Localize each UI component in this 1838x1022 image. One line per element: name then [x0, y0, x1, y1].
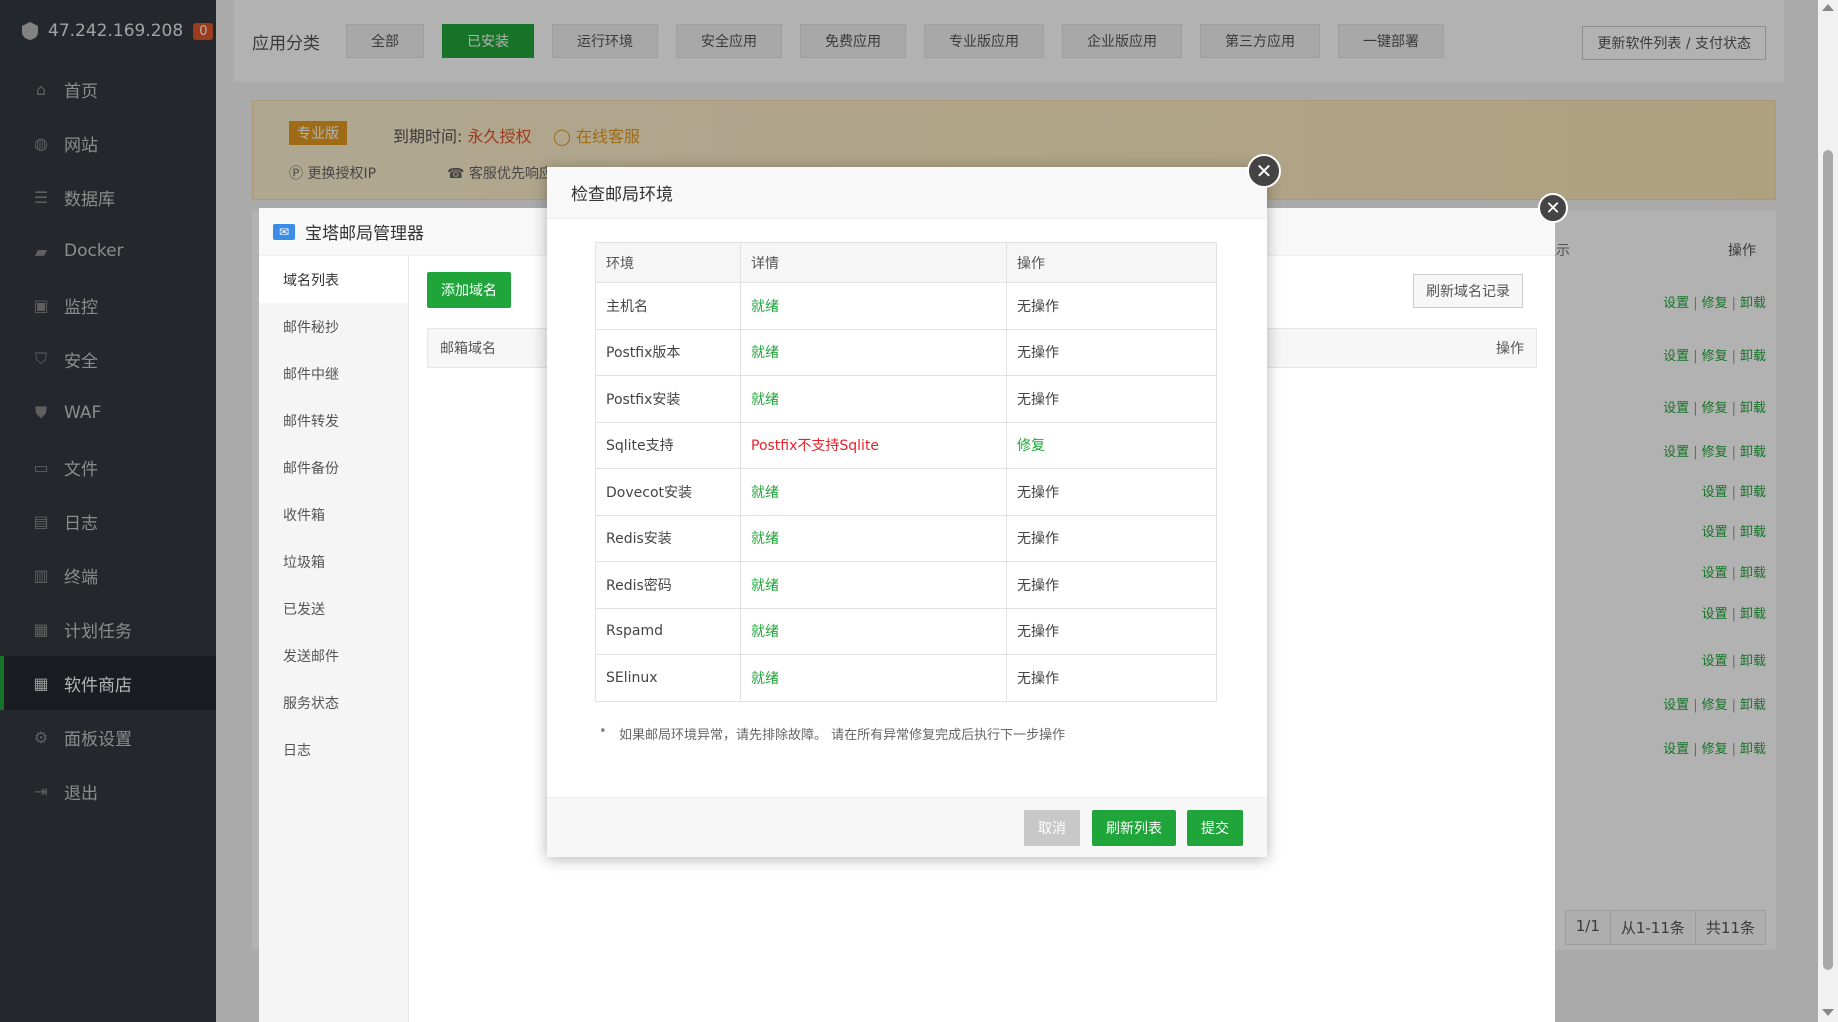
env-detail: 就绪: [740, 607, 1007, 655]
env-detail: 就绪: [740, 654, 1007, 702]
env-note: 如果邮局环境异常，请先排除故障。 请在所有异常修复完成后执行下一步操作: [599, 724, 1065, 743]
env-detail: Postfix不支持Sqlite: [740, 421, 1007, 469]
env-modal-footer: 取消 刷新列表 提交: [547, 797, 1267, 857]
env-name: Postfix安装: [595, 375, 741, 423]
mail-envelope-icon: ✉: [273, 223, 295, 240]
mail-manager-tabs: 域名列表 邮件秘抄 邮件中继 邮件转发 邮件备份 收件箱 垃圾箱 已发送 发送邮件 服务状态 日志: [259, 256, 409, 1022]
env-op: 无操作: [1006, 514, 1217, 562]
mail-modal-close-icon[interactable]: ✕: [1538, 193, 1568, 223]
check-env-modal: 检查邮局环境 环境 详情 操作 主机名 就绪 无操作 Postfix版本 就绪 无操作 Po…: [547, 167, 1267, 857]
mail-tab-9[interactable]: 服务状态: [259, 679, 408, 726]
env-name: Postfix版本: [595, 328, 741, 376]
env-table-header: 环境 详情 操作: [595, 242, 1217, 283]
col-mail-domain: 邮箱域名: [440, 341, 496, 357]
env-op: 无操作: [1006, 654, 1217, 702]
env-detail: 就绪: [740, 282, 1007, 330]
scroll-up-icon[interactable]: [1822, 4, 1834, 11]
table-row: Rspamd 就绪 无操作: [595, 607, 1217, 655]
env-modal-close-icon[interactable]: ✕: [1247, 154, 1281, 188]
env-name: Sqlite支持: [595, 421, 741, 469]
table-row: Redis安装 就绪 无操作: [595, 514, 1217, 562]
env-detail: 就绪: [740, 561, 1007, 609]
env-op: 无操作: [1006, 282, 1217, 330]
add-domain-button[interactable]: 添加域名: [427, 272, 511, 308]
col-env: 环境: [595, 242, 741, 283]
mail-tab-8[interactable]: 发送邮件: [259, 632, 408, 679]
table-row: Postfix安装 就绪 无操作: [595, 375, 1217, 423]
page-scrollbar[interactable]: [1818, 0, 1838, 1022]
env-detail: 就绪: [740, 328, 1007, 376]
mail-tab-7[interactable]: 已发送: [259, 585, 408, 632]
refresh-list-button[interactable]: 刷新列表: [1092, 810, 1176, 846]
refresh-domain-records-button[interactable]: 刷新域名记录: [1413, 274, 1523, 308]
env-op: 无操作: [1006, 375, 1217, 423]
env-table-body: 主机名 就绪 无操作 Postfix版本 就绪 无操作 Postfix安装 就绪 无操作 Sqli…: [595, 282, 1217, 702]
mail-tab-1[interactable]: 邮件秘抄: [259, 303, 408, 350]
env-op: 无操作: [1006, 468, 1217, 516]
env-name: 主机名: [595, 282, 741, 330]
submit-button[interactable]: 提交: [1187, 810, 1243, 846]
table-row: Redis密码 就绪 无操作: [595, 561, 1217, 609]
env-op: 无操作: [1006, 328, 1217, 376]
scroll-down-icon[interactable]: [1822, 1009, 1834, 1016]
env-detail: 就绪: [740, 375, 1007, 423]
col-op: 操作: [1006, 242, 1217, 283]
mail-tab-4[interactable]: 邮件备份: [259, 444, 408, 491]
env-name: Dovecot安装: [595, 468, 741, 516]
mail-manager-title: 宝塔邮局管理器: [305, 224, 424, 244]
env-op: 无操作: [1006, 607, 1217, 655]
env-table: 环境 详情 操作 主机名 就绪 无操作 Postfix版本 就绪 无操作 Postfix安装…: [595, 242, 1217, 702]
table-row: Postfix版本 就绪 无操作: [595, 328, 1217, 376]
mail-tab-5[interactable]: 收件箱: [259, 491, 408, 538]
env-op: 无操作: [1006, 561, 1217, 609]
mail-tab-6[interactable]: 垃圾箱: [259, 538, 408, 585]
col-ops: 操作: [1496, 341, 1524, 357]
table-row: SElinux 就绪 无操作: [595, 654, 1217, 702]
table-row: 主机名 就绪 无操作: [595, 282, 1217, 330]
env-name: Redis密码: [595, 561, 741, 609]
env-name: Redis安装: [595, 514, 741, 562]
cancel-button[interactable]: 取消: [1024, 810, 1080, 846]
env-detail: 就绪: [740, 514, 1007, 562]
fix-link[interactable]: 修复: [1006, 421, 1217, 469]
col-detail: 详情: [740, 242, 1007, 283]
scroll-thumb[interactable]: [1823, 150, 1833, 970]
env-name: SElinux: [595, 654, 741, 702]
mail-tab-0[interactable]: 域名列表: [259, 256, 408, 303]
env-name: Rspamd: [595, 607, 741, 655]
mail-tab-3[interactable]: 邮件转发: [259, 397, 408, 444]
table-row: Dovecot安装 就绪 无操作: [595, 468, 1217, 516]
mail-tab-2[interactable]: 邮件中继: [259, 350, 408, 397]
mail-tab-10[interactable]: 日志: [259, 726, 408, 773]
table-row: Sqlite支持 Postfix不支持Sqlite 修复: [595, 421, 1217, 469]
env-detail: 就绪: [740, 468, 1007, 516]
check-env-title: 检查邮局环境: [547, 167, 1267, 219]
